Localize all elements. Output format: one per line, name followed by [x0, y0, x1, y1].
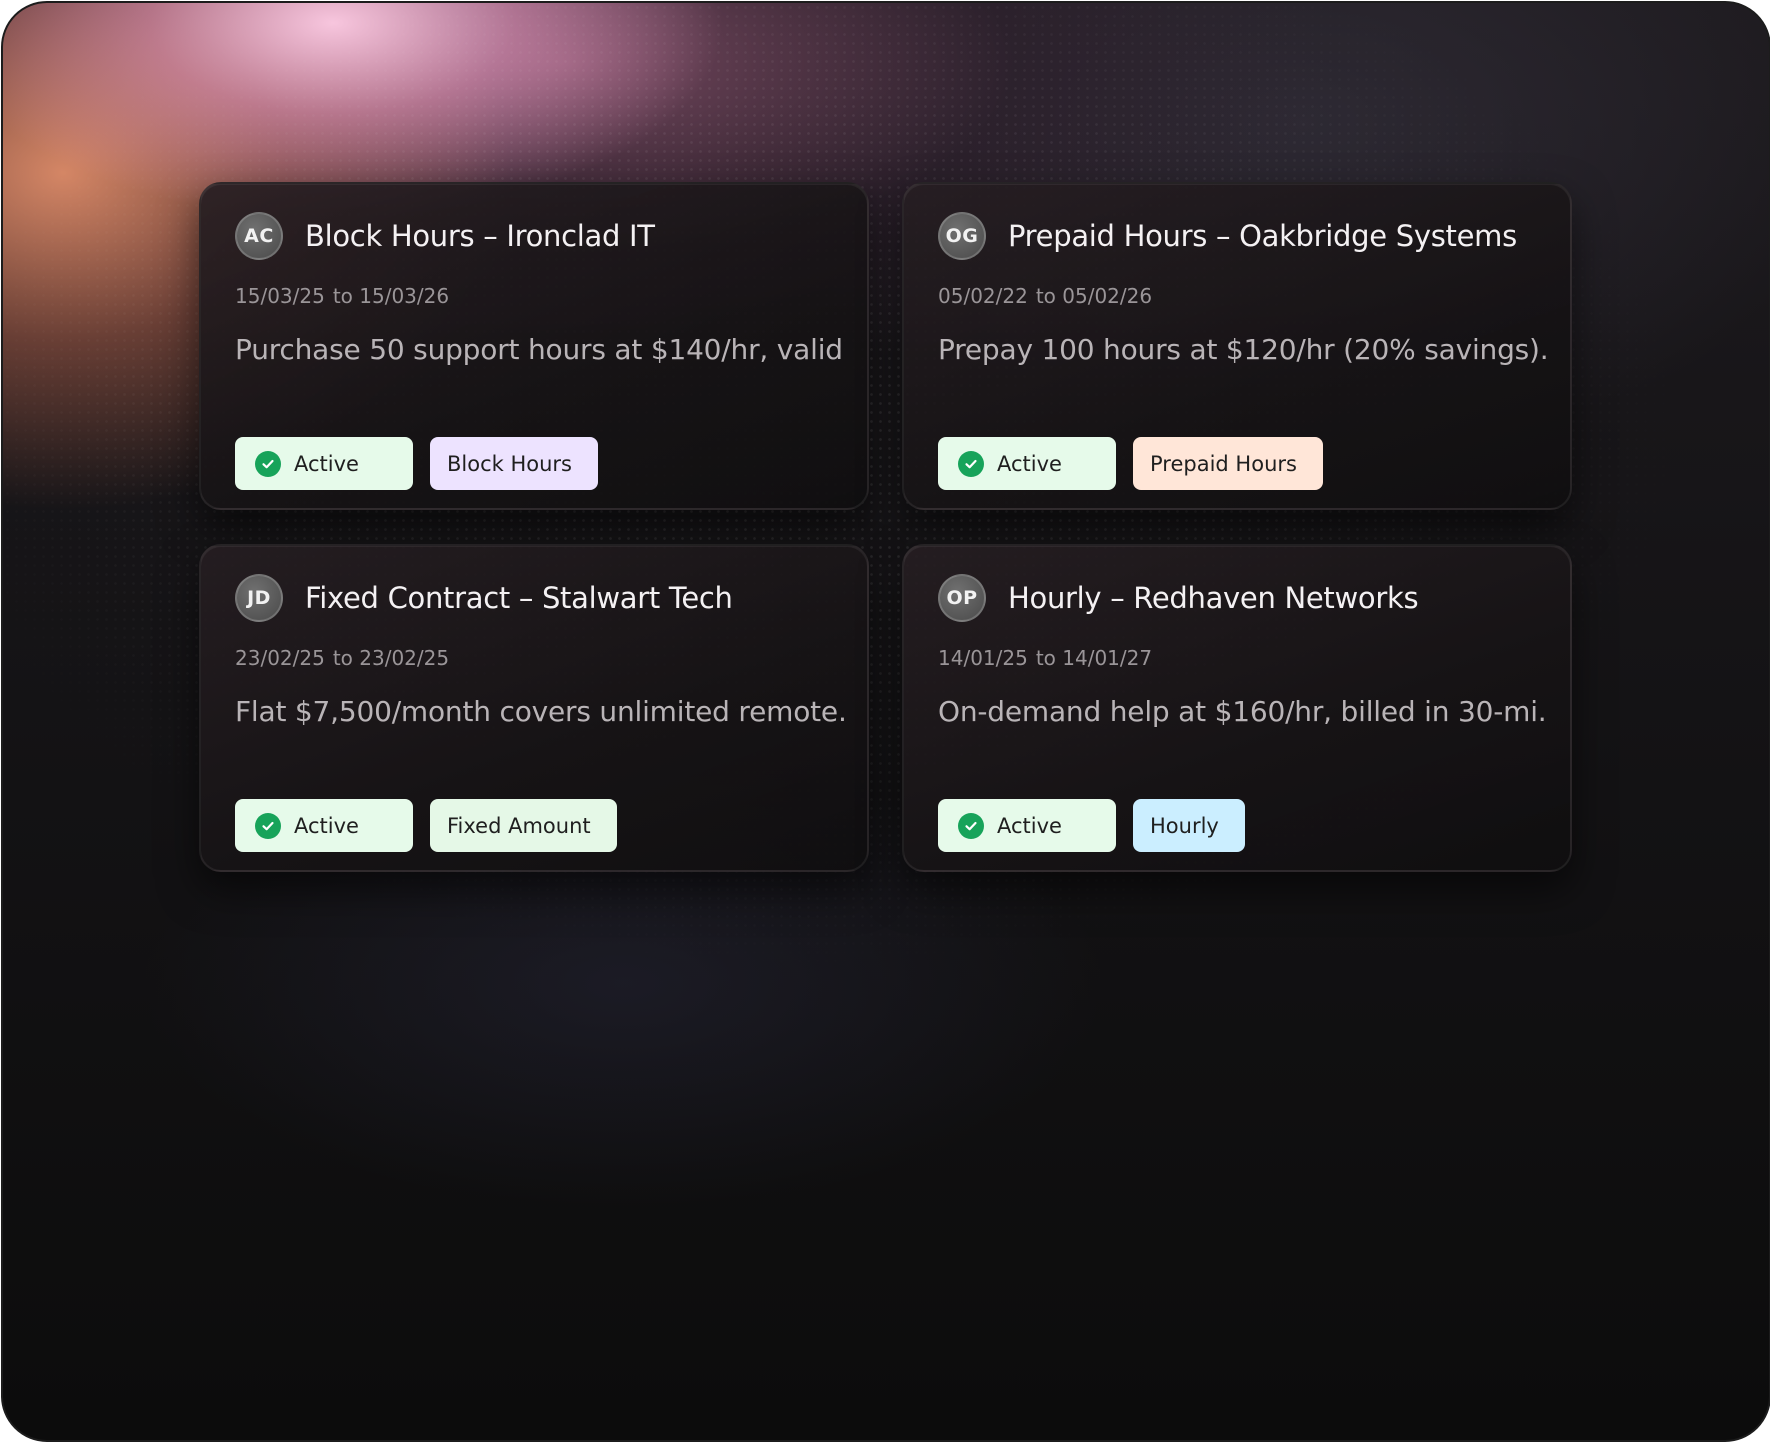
start-date: 05/02/22: [938, 284, 1028, 308]
status-badge: Active: [938, 437, 1116, 490]
contract-card[interactable]: OG Prepaid Hours – Oakbridge Systems 05/…: [902, 182, 1572, 510]
contract-title: Fixed Contract – Stalwart Tech: [305, 581, 733, 615]
start-date: 14/01/25: [938, 646, 1028, 670]
contract-description: Purchase 50 support hours at $140/hr, va…: [235, 333, 845, 366]
check-circle-icon: [958, 812, 984, 839]
check-circle-icon: [255, 450, 281, 477]
contract-card[interactable]: JD Fixed Contract – Stalwart Tech 23/02/…: [199, 544, 869, 872]
avatar: OP: [938, 574, 986, 622]
end-date: to 15/03/26: [332, 284, 450, 308]
contract-type-badge: Fixed Amount: [430, 799, 617, 852]
end-date: to 23/02/25: [332, 646, 450, 670]
window-frame: AC Block Hours – Ironclad IT 15/03/25 to …: [1, 1, 1770, 1442]
contract-type-badge: Block Hours: [430, 437, 598, 490]
end-date: to 14/01/27: [1035, 646, 1153, 670]
contract-description: On-demand help at $160/hr, billed in 30-…: [938, 695, 1548, 728]
start-date: 23/02/25: [235, 646, 325, 670]
avatar: AC: [235, 212, 283, 260]
badge-row: Active Fixed Amount: [235, 799, 617, 852]
contract-dates: 05/02/22 to 05/02/26: [938, 282, 1156, 310]
contract-title: Prepaid Hours – Oakbridge Systems: [1008, 219, 1517, 253]
contract-type-badge: Hourly: [1133, 799, 1245, 852]
contract-dates: 23/02/25 to 23/02/25: [235, 644, 453, 672]
check-circle-icon: [255, 812, 281, 839]
status-badge: Active: [235, 437, 413, 490]
contract-dates: 15/03/25 to 15/03/26: [235, 282, 453, 310]
status-label: Active: [997, 451, 1062, 476]
avatar: OG: [938, 212, 986, 260]
avatar: JD: [235, 574, 283, 622]
contract-description: Flat $7,500/month covers unlimited remot…: [235, 695, 845, 728]
contract-title: Block Hours – Ironclad IT: [305, 219, 655, 253]
status-label: Active: [294, 451, 359, 476]
badge-row: Active Block Hours: [235, 437, 598, 490]
status-label: Active: [997, 813, 1062, 838]
contract-card[interactable]: AC Block Hours – Ironclad IT 15/03/25 to …: [199, 182, 869, 510]
status-badge: Active: [235, 799, 413, 852]
contract-dates: 14/01/25 to 14/01/27: [938, 644, 1156, 672]
contract-description: Prepay 100 hours at $120/hr (20% savings…: [938, 333, 1548, 366]
contract-card[interactable]: OP Hourly – Redhaven Networks 14/01/25 to…: [902, 544, 1572, 872]
status-label: Active: [294, 813, 359, 838]
check-circle-icon: [958, 450, 984, 477]
contract-title: Hourly – Redhaven Networks: [1008, 581, 1419, 615]
badge-row: Active Prepaid Hours: [938, 437, 1323, 490]
status-badge: Active: [938, 799, 1116, 852]
end-date: to 05/02/26: [1035, 284, 1153, 308]
badge-row: Active Hourly: [938, 799, 1245, 852]
start-date: 15/03/25: [235, 284, 325, 308]
contract-type-badge: Prepaid Hours: [1133, 437, 1323, 490]
